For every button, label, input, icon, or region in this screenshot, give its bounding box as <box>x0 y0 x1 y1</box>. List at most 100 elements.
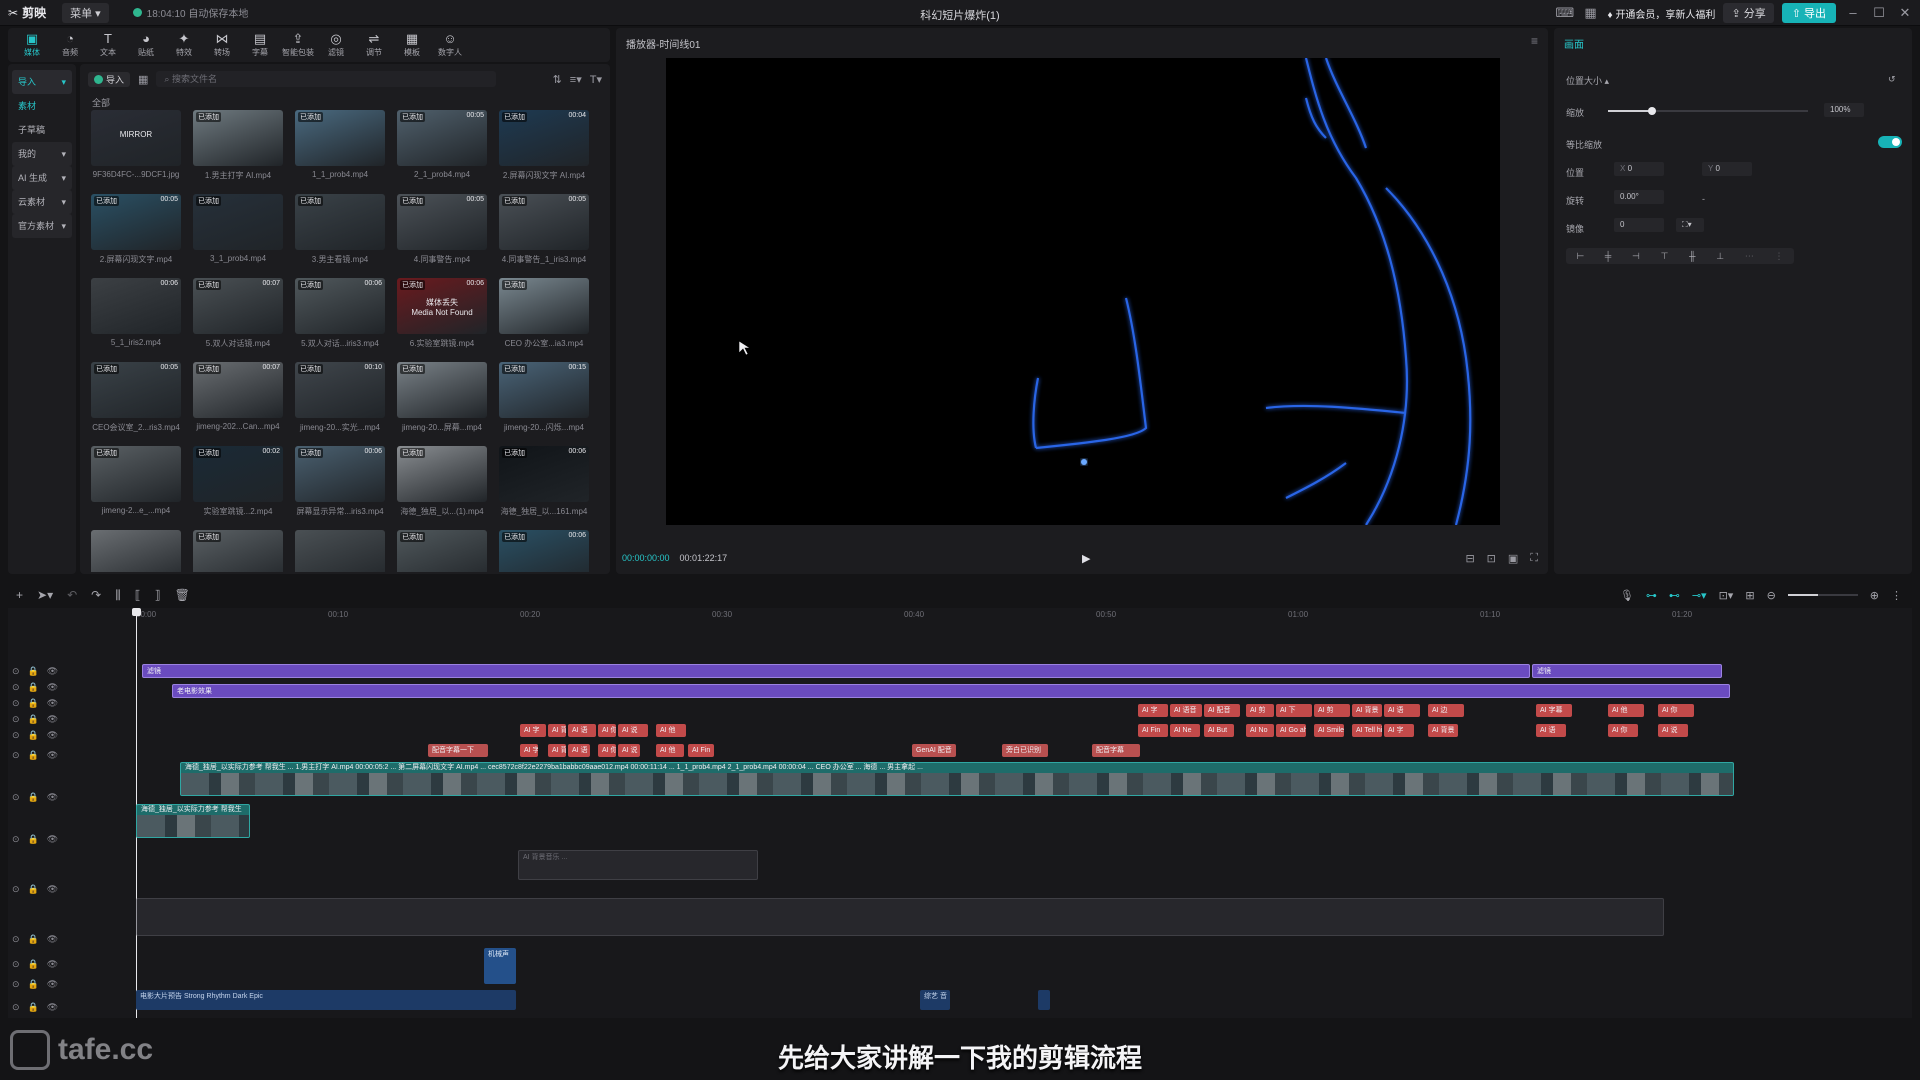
tool-filter[interactable]: ◎ 滤镜 <box>318 28 354 62</box>
main-menu-button[interactable]: 菜单 ▾ <box>62 2 109 23</box>
tab-picture[interactable]: 画面 <box>1564 36 1584 51</box>
text-filter-icon[interactable]: T▾ <box>590 73 602 86</box>
visibility-icon[interactable]: 👁 <box>47 884 58 898</box>
media-thumbnail[interactable]: 已添加 00:04 <box>499 110 589 166</box>
lock-icon[interactable]: 🔒 <box>28 959 39 973</box>
media-thumbnail[interactable]: 已添加 00:06 <box>295 278 385 334</box>
lock-icon[interactable]: 🔒 <box>28 884 39 898</box>
disabled-clip[interactable]: AI 背景音乐 ... <box>518 850 758 880</box>
media-thumbnail[interactable]: 已添加 00:06 <box>499 446 589 502</box>
track-type-icon[interactable]: ⊙ <box>12 666 20 680</box>
tool-sticker[interactable]: ◕ 贴纸 <box>128 28 164 62</box>
track-type-icon[interactable]: ⊙ <box>12 834 20 848</box>
split-icon[interactable]: ⫼ <box>115 588 121 603</box>
split-left-icon[interactable]: ⟦ <box>135 588 141 603</box>
undo-icon[interactable]: ↶ <box>67 588 77 603</box>
tool-text[interactable]: T 文本 <box>90 28 126 62</box>
tool-template[interactable]: ▦ 模板 <box>394 28 430 62</box>
text-clip[interactable]: AI 剪 <box>1246 704 1274 717</box>
minimize-icon[interactable]: – <box>1844 4 1862 22</box>
mirror-mode-select[interactable]: ⛶▾ <box>1676 218 1704 232</box>
tool-media[interactable]: ▣ 媒体 <box>14 28 50 62</box>
align-hcenter-icon[interactable]: ╪ <box>1605 251 1611 261</box>
text-clip[interactable]: AI Fin <box>1138 724 1168 737</box>
uniform-scale-toggle[interactable] <box>1878 136 1902 148</box>
text-clip[interactable]: AI 语 <box>568 744 590 757</box>
track-type-icon[interactable]: ⊙ <box>12 934 20 948</box>
media-thumbnail[interactable]: 已添加 00:05 <box>91 194 181 250</box>
track-type-icon[interactable]: ⊙ <box>12 792 20 806</box>
lock-icon[interactable]: 🔒 <box>28 666 39 680</box>
media-thumbnail[interactable]: 已添加 00:07 <box>193 278 283 334</box>
text-clip[interactable]: AI 边 <box>1428 704 1464 717</box>
visibility-icon[interactable]: 👁 <box>47 666 58 680</box>
visibility-icon[interactable]: 👁 <box>47 682 58 696</box>
video-preview[interactable] <box>666 58 1500 525</box>
lock-icon[interactable]: 🔒 <box>28 714 39 728</box>
audio-clip[interactable]: 机械声 <box>484 948 516 984</box>
text-clip[interactable]: AI 说 <box>618 744 640 757</box>
track-type-icon[interactable]: ⊙ <box>12 884 20 898</box>
mirror-field[interactable]: 0 <box>1614 218 1664 232</box>
text-clip[interactable]: AI 说 <box>618 724 648 737</box>
media-thumbnail[interactable]: 已添加 00:15 <box>499 362 589 418</box>
scale-value[interactable]: 100% <box>1824 103 1864 117</box>
lock-icon[interactable]: 🔒 <box>28 750 39 764</box>
select-tool-icon[interactable]: ➤▾ <box>37 588 53 603</box>
text-clip[interactable]: AI No <box>1246 724 1274 737</box>
text-clip[interactable]: AI 语 <box>1536 724 1566 737</box>
zoom-slider[interactable] <box>1787 594 1858 596</box>
text-clip[interactable]: AI Tell him <box>1352 724 1382 737</box>
menu-icon[interactable]: ≡ <box>1531 34 1538 48</box>
lock-icon[interactable]: 🔒 <box>28 682 39 696</box>
main-video-clip[interactable]: 海德_独居_以实际力参考 帮我生 ... 1.男主打字 AI.mp4 00:00… <box>180 762 1734 796</box>
media-item[interactable]: 已添加 00:06 屏幕显示异常...iris3.mp4 <box>292 446 388 526</box>
text-clip[interactable]: AI 剪 <box>1314 704 1350 717</box>
text-clip[interactable]: AI Go ahead <box>1276 724 1306 737</box>
close-icon[interactable]: ✕ <box>1896 4 1914 22</box>
snap-icon[interactable]: ⊷ <box>1669 589 1680 602</box>
media-item[interactable]: 已添加 00:04 2.屏幕闪现文字 AI.mp4 <box>496 110 592 190</box>
media-item[interactable]: 已添加 jimeng-2...e_...mp4 <box>88 446 184 526</box>
media-thumbnail[interactable]: 已添加 00:06 媒体丢失 Media Not Found <box>397 278 487 334</box>
track-type-icon[interactable]: ⊙ <box>12 979 20 993</box>
text-clip[interactable]: AI 字 <box>1384 724 1414 737</box>
media-thumbnail[interactable]: MIRROR <box>91 110 181 166</box>
text-clip[interactable]: AI 背景 <box>548 724 566 737</box>
media-item[interactable]: 已添加 00:06 媒体丢失 Media Not Found 6.实验室跳镜.mp4 <box>394 278 490 358</box>
visibility-icon[interactable]: 👁 <box>47 714 58 728</box>
fullscreen-icon[interactable]: ⛶ <box>1530 552 1538 565</box>
media-thumbnail[interactable]: 已添加 <box>91 446 181 502</box>
media-item[interactable]: 已添加 00:05 4.同事警告.mp4 <box>394 194 490 274</box>
import-button[interactable]: 导入 <box>88 71 131 87</box>
position-y-field[interactable]: Y 0 <box>1702 162 1752 176</box>
lock-icon[interactable]: 🔒 <box>28 1002 39 1016</box>
auto-caption-icon[interactable]: ⊡▾ <box>1719 589 1734 602</box>
media-thumbnail[interactable]: 已添加 00:06 <box>499 530 589 572</box>
media-item[interactable]: 已添加 <box>190 530 286 572</box>
track-type-icon[interactable]: ⊙ <box>12 1002 20 1016</box>
track-type-icon[interactable]: ⊙ <box>12 730 20 744</box>
nav-official[interactable]: 官方素材 ▾ <box>12 214 72 238</box>
align-top-icon[interactable]: ⊤ <box>1661 251 1669 262</box>
sort-icon[interactable]: ≡▾ <box>570 73 582 86</box>
tool-package[interactable]: ⇪ 智能包装 <box>280 28 316 62</box>
microphone-icon[interactable]: 🎙 <box>1620 589 1634 602</box>
text-clip[interactable]: AI Ne <box>1170 724 1200 737</box>
member-promo[interactable]: ♦ 开通会员，享新人福利 <box>1608 6 1716 21</box>
media-item[interactable]: 已添加 1.男主打字 AI.mp4 <box>190 110 286 190</box>
align-left-icon[interactable]: ⊢ <box>1576 251 1584 262</box>
text-clip[interactable]: AI 配音 <box>1204 704 1240 717</box>
caption-clip[interactable]: 配音字幕一下 <box>428 744 488 757</box>
media-item[interactable]: 已添加 00:05 4.同事警告_1_iris3.mp4 <box>496 194 592 274</box>
search-input[interactable]: ⌕ 搜索文件名 <box>156 71 497 87</box>
text-clip[interactable]: AI 你 <box>1608 724 1638 737</box>
time-ruler[interactable]: 00:00 00:10 00:20 00:30 00:40 00:50 01:00 01:10… <box>136 608 1912 622</box>
text-clip[interactable]: AI 字 <box>520 744 538 757</box>
caption-clip[interactable]: GenAI 配音 <box>912 744 956 757</box>
fit-icon[interactable]: ⊞ <box>1745 589 1754 602</box>
video-clip[interactable]: 海德_独居_以实际力参考 帮我生 <box>136 804 250 838</box>
media-item[interactable]: 已添加 3.男主看镜.mp4 <box>292 194 388 274</box>
media-thumbnail[interactable]: 00:06 <box>91 278 181 334</box>
share-button[interactable]: ⇪ 分享 <box>1723 3 1774 23</box>
